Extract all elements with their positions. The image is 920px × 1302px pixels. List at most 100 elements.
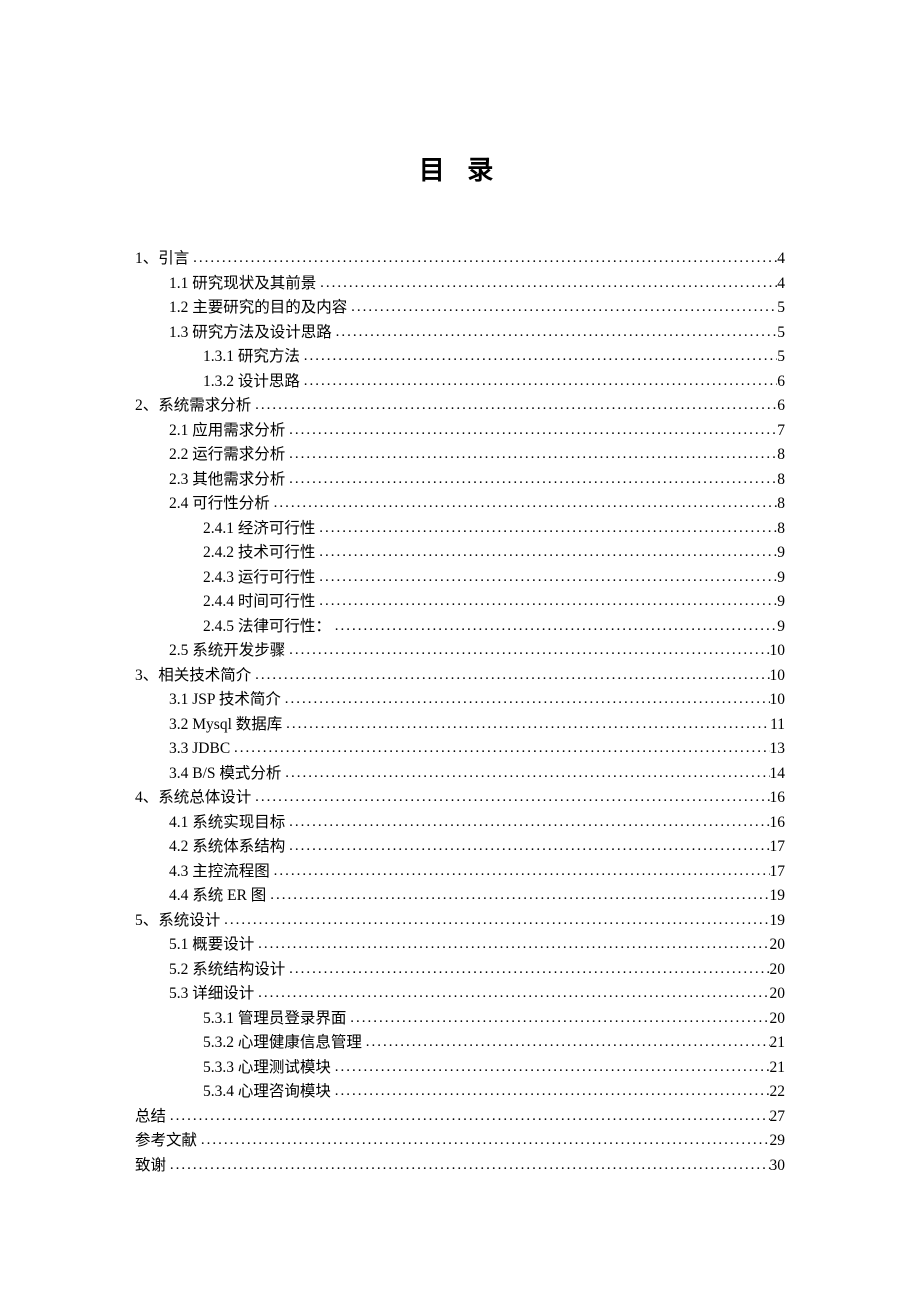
toc-entry-label: 2.2 运行需求分析	[169, 443, 289, 468]
toc-leader-dots	[274, 491, 778, 516]
toc-entry-label: 3.4 B/S 模式分析	[169, 762, 285, 787]
toc-entry-page: 19	[770, 909, 786, 934]
toc-entry-label: 3、相关技术简介	[135, 664, 255, 689]
toc-entry-page: 9	[777, 615, 785, 640]
toc-entry-page: 9	[777, 566, 785, 591]
toc-leader-dots	[289, 957, 769, 982]
toc-entry-page: 7	[777, 419, 785, 444]
toc-leader-dots	[319, 565, 777, 590]
toc-entry-page: 9	[777, 590, 785, 615]
toc-entry-page: 20	[770, 958, 786, 983]
toc-entry: 1.3.2 设计思路 6	[135, 370, 785, 395]
toc-entry-label: 5.3.4 心理咨询模块	[203, 1080, 335, 1105]
toc-entry-label: 5.1 概要设计	[169, 933, 258, 958]
toc-entry-page: 16	[770, 811, 786, 836]
toc-entry: 5.3.4 心理咨询模块 22	[135, 1080, 785, 1105]
toc-entry-label: 2.4.3 运行可行性	[203, 566, 319, 591]
toc-entry-label: 5.3.1 管理员登录界面	[203, 1007, 350, 1032]
toc-entry: 4.2 系统体系结构 17	[135, 835, 785, 860]
toc-entry-label: 5.2 系统结构设计	[169, 958, 289, 983]
toc-entry-page: 10	[770, 688, 786, 713]
toc-entry-label: 1、引言	[135, 247, 193, 272]
toc-entry-page: 16	[770, 786, 786, 811]
toc-leader-dots	[201, 1128, 770, 1153]
toc-entry-page: 11	[770, 713, 785, 738]
toc-entry: 3.1 JSP 技术简介 10	[135, 688, 785, 713]
toc-entry-label: 2.4.4 时间可行性	[203, 590, 319, 615]
toc-entry-label: 3.2 Mysql 数据库	[169, 713, 286, 738]
toc-leader-dots	[170, 1153, 770, 1178]
toc-entry-label: 3.3 JDBC	[169, 737, 234, 762]
toc-entry-label: 4.2 系统体系结构	[169, 835, 289, 860]
toc-entry-label: 2.4.2 技术可行性	[203, 541, 319, 566]
toc-leader-dots	[258, 932, 769, 957]
toc-leader-dots	[270, 883, 769, 908]
toc-entry: 1.2 主要研究的目的及内容 5	[135, 296, 785, 321]
toc-entry: 4.1 系统实现目标 16	[135, 811, 785, 836]
toc-entry: 2.4 可行性分析 8	[135, 492, 785, 517]
toc-entry-page: 21	[770, 1056, 786, 1081]
toc-entry-label: 5、系统设计	[135, 909, 224, 934]
toc-entry: 1.3.1 研究方法 5	[135, 345, 785, 370]
toc-entry-page: 6	[777, 394, 785, 419]
toc-entry-label: 参考文献	[135, 1129, 201, 1154]
toc-leader-dots	[289, 638, 769, 663]
toc-leader-dots	[258, 981, 769, 1006]
toc-entry: 5、系统设计 19	[135, 909, 785, 934]
toc-entry-page: 5	[777, 321, 785, 346]
toc-leader-dots	[224, 908, 769, 933]
toc-entry-label: 1.3.2 设计思路	[203, 370, 304, 395]
toc-entry: 2.1 应用需求分析 7	[135, 419, 785, 444]
toc-leader-dots	[255, 785, 769, 810]
toc-leader-dots	[170, 1104, 770, 1129]
toc-entry-label: 4.1 系统实现目标	[169, 811, 289, 836]
toc-list: 1、引言 41.1 研究现状及其前景 41.2 主要研究的目的及内容 51.3 …	[135, 247, 785, 1178]
toc-entry-label: 1.1 研究现状及其前景	[169, 272, 320, 297]
toc-entry-page: 17	[770, 835, 786, 860]
toc-entry-page: 27	[770, 1105, 786, 1130]
toc-entry-label: 4.3 主控流程图	[169, 860, 274, 885]
toc-leader-dots	[304, 344, 777, 369]
toc-leader-dots	[289, 418, 777, 443]
toc-entry: 5.1 概要设计 20	[135, 933, 785, 958]
toc-entry-page: 9	[777, 541, 785, 566]
toc-entry-page: 13	[770, 737, 786, 762]
toc-entry-page: 8	[777, 443, 785, 468]
toc-entry: 参考文献 29	[135, 1129, 785, 1154]
toc-entry: 2、系统需求分析 6	[135, 394, 785, 419]
toc-entry: 1.1 研究现状及其前景 4	[135, 272, 785, 297]
toc-entry: 3.3 JDBC 13	[135, 737, 785, 762]
toc-leader-dots	[335, 1079, 770, 1104]
toc-entry: 致谢 30	[135, 1154, 785, 1179]
toc-leader-dots	[285, 687, 770, 712]
toc-entry-page: 20	[770, 982, 786, 1007]
toc-leader-dots	[286, 712, 770, 737]
toc-entry-page: 4	[777, 247, 785, 272]
toc-leader-dots	[255, 393, 777, 418]
toc-entry-label: 4、系统总体设计	[135, 786, 255, 811]
toc-entry-page: 14	[770, 762, 786, 787]
toc-leader-dots	[289, 467, 777, 492]
toc-entry-page: 5	[777, 345, 785, 370]
toc-entry-label: 1.3.1 研究方法	[203, 345, 304, 370]
toc-entry-page: 30	[770, 1154, 786, 1179]
toc-entry-page: 8	[777, 492, 785, 517]
toc-leader-dots	[350, 1006, 769, 1031]
document-page: 目 录 1、引言 41.1 研究现状及其前景 41.2 主要研究的目的及内容 5…	[0, 0, 920, 1178]
toc-entry-page: 8	[777, 517, 785, 542]
toc-entry: 2.3 其他需求分析 8	[135, 468, 785, 493]
toc-entry-page: 5	[777, 296, 785, 321]
toc-entry: 2.4.3 运行可行性 9	[135, 566, 785, 591]
toc-entry: 5.2 系统结构设计 20	[135, 958, 785, 983]
toc-entry: 2.4.5 法律可行性： 9	[135, 615, 785, 640]
toc-entry-page: 10	[770, 639, 786, 664]
toc-entry: 2.4.2 技术可行性 9	[135, 541, 785, 566]
toc-leader-dots	[335, 614, 777, 639]
toc-leader-dots	[304, 369, 777, 394]
toc-entry: 3.4 B/S 模式分析 14	[135, 762, 785, 787]
toc-leader-dots	[366, 1030, 770, 1055]
toc-entry: 2.2 运行需求分析 8	[135, 443, 785, 468]
toc-entry: 1.3 研究方法及设计思路 5	[135, 321, 785, 346]
toc-leader-dots	[319, 589, 777, 614]
toc-entry-label: 2、系统需求分析	[135, 394, 255, 419]
